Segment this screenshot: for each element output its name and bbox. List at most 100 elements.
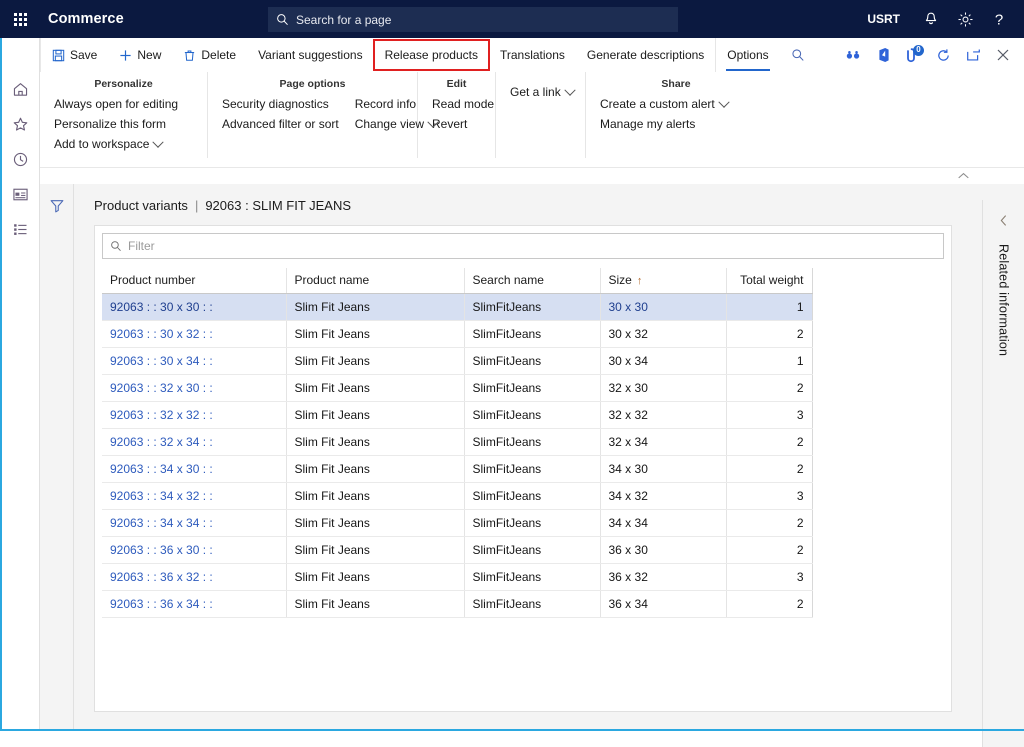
table-row[interactable]: 92063 : : 32 x 30 : :Slim Fit JeansSlimF…: [102, 375, 812, 402]
generate-descriptions-button[interactable]: Generate descriptions: [576, 38, 715, 72]
cell-product-number[interactable]: 92063 : : 32 x 30 : :: [102, 375, 286, 402]
column-header-product-name[interactable]: Product name: [286, 268, 464, 294]
security-diagnostics-link[interactable]: Security diagnostics: [222, 97, 339, 112]
cell-search-name: SlimFitJeans: [464, 456, 600, 483]
table-row[interactable]: 92063 : : 34 x 34 : :Slim Fit JeansSlimF…: [102, 510, 812, 537]
office-app-icon[interactable]: [868, 38, 898, 72]
variant-suggestions-button[interactable]: Variant suggestions: [247, 38, 374, 72]
refresh-icon[interactable]: [928, 38, 958, 72]
grid-filter-box[interactable]: [102, 233, 944, 259]
gear-icon[interactable]: [948, 0, 982, 38]
always-open-for-editing-link[interactable]: Always open for editing: [54, 97, 178, 112]
open-in-new-window-icon[interactable]: [958, 38, 988, 72]
ribbon-group-page-options: Page options Security diagnostics Advanc…: [208, 72, 418, 158]
manage-my-alerts-link[interactable]: Manage my alerts: [600, 117, 728, 132]
related-information-panel: Related information: [982, 200, 1024, 747]
read-aloud-icon[interactable]: [838, 38, 868, 72]
translations-button[interactable]: Translations: [489, 38, 576, 72]
table-row[interactable]: 92063 : : 36 x 34 : :Slim Fit JeansSlimF…: [102, 591, 812, 618]
page-title: Product variants: [94, 198, 188, 213]
delete-button[interactable]: Delete: [172, 38, 247, 72]
release-products-button[interactable]: Release products: [374, 40, 489, 70]
attachment-count-badge: 0: [913, 45, 924, 56]
cell-search-name: SlimFitJeans: [464, 483, 600, 510]
clock-recent-icon[interactable]: [0, 142, 40, 177]
column-header-size[interactable]: Size↑: [600, 268, 726, 294]
column-header-search-name[interactable]: Search name: [464, 268, 600, 294]
table-row[interactable]: 92063 : : 30 x 30 : :Slim Fit JeansSlimF…: [102, 294, 812, 321]
release-products-label: Release products: [385, 48, 478, 62]
get-a-link-link[interactable]: Get a link: [510, 85, 574, 100]
cell-product-number[interactable]: 92063 : : 32 x 32 : :: [102, 402, 286, 429]
cell-product-number[interactable]: 92063 : : 36 x 30 : :: [102, 537, 286, 564]
toolbar-search-button[interactable]: [780, 38, 816, 72]
global-search-input[interactable]: [296, 13, 670, 27]
cell-size: 34 x 30: [600, 456, 726, 483]
cell-size: 32 x 32: [600, 402, 726, 429]
table-row[interactable]: 92063 : : 36 x 32 : :Slim Fit JeansSlimF…: [102, 564, 812, 591]
collapse-ribbon-button[interactable]: [948, 168, 978, 184]
table-row[interactable]: 92063 : : 30 x 32 : :Slim Fit JeansSlimF…: [102, 321, 812, 348]
cell-product-number[interactable]: 92063 : : 36 x 32 : :: [102, 564, 286, 591]
cell-total-weight: 1: [726, 348, 812, 375]
bell-icon[interactable]: [914, 0, 948, 38]
advanced-filter-or-sort-link[interactable]: Advanced filter or sort: [222, 117, 339, 132]
ribbon-expanded-groups: Personalize Always open for editing Pers…: [40, 72, 1024, 168]
link-label: Add to workspace: [54, 137, 149, 152]
table-row[interactable]: 92063 : : 34 x 30 : :Slim Fit JeansSlimF…: [102, 456, 812, 483]
variant-suggestions-label: Variant suggestions: [258, 48, 363, 62]
question-mark-icon[interactable]: ?: [982, 0, 1016, 38]
chevron-down-icon: [718, 96, 729, 107]
create-a-custom-alert-link[interactable]: Create a custom alert: [600, 97, 728, 112]
attachments-icon[interactable]: 0: [898, 38, 928, 72]
table-row[interactable]: 92063 : : 32 x 34 : :Slim Fit JeansSlimF…: [102, 429, 812, 456]
cell-product-number[interactable]: 92063 : : 30 x 34 : :: [102, 348, 286, 375]
toolbar-right-icons: 0: [838, 38, 1024, 72]
cell-product-name: Slim Fit Jeans: [286, 483, 464, 510]
tab-options[interactable]: Options: [715, 38, 779, 72]
grid-filter-input[interactable]: [128, 239, 936, 253]
cell-size[interactable]: 30 x 30: [600, 294, 726, 321]
cell-search-name: SlimFitJeans: [464, 375, 600, 402]
cell-product-name: Slim Fit Jeans: [286, 321, 464, 348]
table-row[interactable]: 92063 : : 34 x 32 : :Slim Fit JeansSlimF…: [102, 483, 812, 510]
cell-total-weight: 2: [726, 375, 812, 402]
filter-pane-rail: [40, 184, 74, 731]
home-icon[interactable]: [0, 72, 40, 107]
cell-product-number[interactable]: 92063 : : 34 x 34 : :: [102, 510, 286, 537]
table-row[interactable]: 92063 : : 30 x 34 : :Slim Fit JeansSlimF…: [102, 348, 812, 375]
cell-product-number[interactable]: 92063 : : 30 x 30 : :: [102, 294, 286, 321]
personalize-this-form-link[interactable]: Personalize this form: [54, 117, 178, 132]
workspaces-icon[interactable]: [0, 177, 40, 212]
app-launcher-icon[interactable]: [0, 0, 40, 38]
table-row[interactable]: 92063 : : 32 x 32 : :Slim Fit JeansSlimF…: [102, 402, 812, 429]
cell-search-name: SlimFitJeans: [464, 510, 600, 537]
read-mode-link[interactable]: Read mode: [432, 97, 494, 112]
column-header-total-weight[interactable]: Total weight: [726, 268, 812, 294]
cell-search-name: SlimFitJeans: [464, 321, 600, 348]
ribbon-group-title: Edit: [432, 78, 481, 90]
company-code[interactable]: USRT: [867, 12, 900, 26]
add-to-workspace-link[interactable]: Add to workspace: [54, 137, 178, 152]
cell-product-number[interactable]: 92063 : : 30 x 32 : :: [102, 321, 286, 348]
cell-total-weight: 2: [726, 510, 812, 537]
modules-list-icon[interactable]: [0, 212, 40, 247]
column-header-product-number[interactable]: Product number: [102, 268, 286, 294]
cell-product-number[interactable]: 92063 : : 32 x 34 : :: [102, 429, 286, 456]
save-button[interactable]: Save: [41, 38, 108, 72]
cell-search-name: SlimFitJeans: [464, 348, 600, 375]
link-label: Record info: [355, 97, 416, 112]
cell-product-number[interactable]: 92063 : : 36 x 34 : :: [102, 591, 286, 618]
expand-related-information-button[interactable]: [999, 214, 1008, 230]
close-icon[interactable]: [988, 38, 1018, 72]
cell-product-number[interactable]: 92063 : : 34 x 30 : :: [102, 456, 286, 483]
header-label: Product number: [110, 273, 195, 287]
funnel-filter-icon[interactable]: [49, 198, 65, 731]
table-row[interactable]: 92063 : : 36 x 30 : :Slim Fit JeansSlimF…: [102, 537, 812, 564]
global-search-box[interactable]: [268, 7, 678, 32]
cell-product-number[interactable]: 92063 : : 34 x 32 : :: [102, 483, 286, 510]
star-favorites-icon[interactable]: [0, 107, 40, 142]
tab-options-label: Options: [727, 48, 768, 62]
new-button[interactable]: New: [108, 38, 172, 72]
revert-link[interactable]: Revert: [432, 117, 494, 132]
